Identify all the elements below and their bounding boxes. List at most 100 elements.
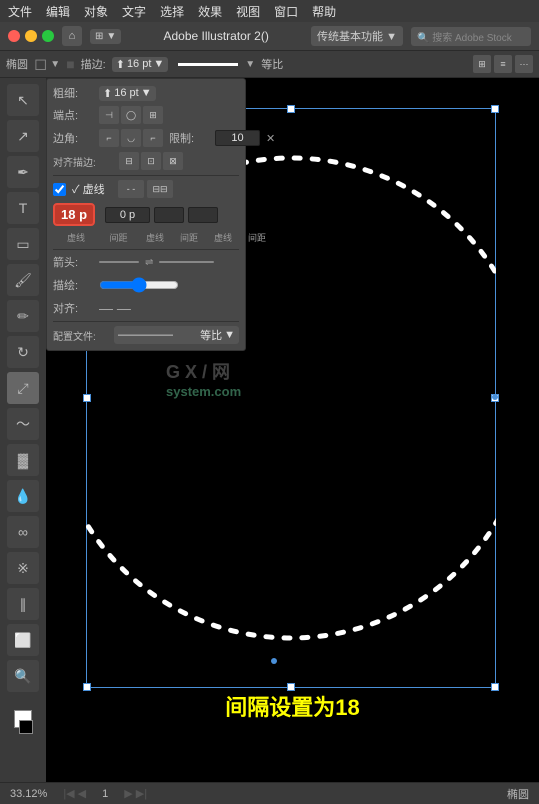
corner-round[interactable]: ◡ xyxy=(121,129,141,147)
cap-butt[interactable]: ⊣ xyxy=(99,106,119,124)
align-icon[interactable]: ≡ xyxy=(494,55,512,73)
menu-effect[interactable]: 效果 xyxy=(198,3,222,20)
offset-label: 描绘: xyxy=(53,277,93,293)
label-dash: 虚线 xyxy=(55,231,97,244)
dashed-row: ✓ 虚线 - - ⊟⊟ xyxy=(53,180,239,198)
align2-options[interactable]: — — xyxy=(99,300,131,316)
close-icon[interactable]: ✕ xyxy=(266,132,275,145)
cap-label: 端点: xyxy=(53,107,93,123)
column-tool[interactable]: ∥ xyxy=(7,588,39,620)
panel-divider-1 xyxy=(53,175,239,176)
home-icon[interactable]: ⌂ xyxy=(62,26,82,46)
menu-file[interactable]: 文件 xyxy=(8,3,32,20)
config-label: 配置文件: xyxy=(53,328,108,343)
align2-label: 对齐: xyxy=(53,300,93,316)
ratio-label: 等比 xyxy=(261,56,283,72)
weight-label: 粗细: xyxy=(53,85,93,101)
warp-tool[interactable]: 〜 xyxy=(7,408,39,440)
view-mode-dropdown[interactable]: ⊞▼ xyxy=(90,29,121,44)
panel-divider-3 xyxy=(53,321,239,322)
shape-tool[interactable]: ▭ xyxy=(7,228,39,260)
stroke-color[interactable] xyxy=(19,720,33,734)
dash-value-row: 18 p xyxy=(53,203,239,226)
more-icon[interactable]: ⋯ xyxy=(515,55,533,73)
stroke-size-dropdown[interactable]: ⬆ 16 pt ▼ xyxy=(112,57,169,72)
menu-text[interactable]: 文字 xyxy=(122,3,146,20)
gap-input-3[interactable] xyxy=(188,207,218,223)
dash-option-1[interactable]: - - xyxy=(118,180,144,198)
align-outside[interactable]: ⊠ xyxy=(163,152,183,170)
window-controls xyxy=(8,30,54,42)
arrow-swap-icon[interactable]: ⇌ xyxy=(145,257,153,268)
menu-select[interactable]: 选择 xyxy=(160,3,184,20)
eyedropper-tool[interactable]: 💧 xyxy=(7,480,39,512)
menu-edit[interactable]: 编辑 xyxy=(46,3,70,20)
pen-tool[interactable]: ✒ xyxy=(7,156,39,188)
arrow-end[interactable] xyxy=(159,261,214,263)
arrow-start[interactable] xyxy=(99,261,139,263)
offset-row: 描绘: xyxy=(53,275,239,295)
dash-option-2[interactable]: ⊟⊟ xyxy=(147,180,173,198)
gap-input-2[interactable] xyxy=(154,207,184,223)
config-row: 配置文件: ————— 等比 ▼ xyxy=(53,326,239,344)
symbol-tool[interactable]: ※ xyxy=(7,552,39,584)
stroke-panel: 粗细: ⬆ 16 pt ▼ 端点: ⊣ ◯ ⊞ 边角: ⌐ ◡ ⌐ 限制: ✕ … xyxy=(46,78,246,351)
menu-window[interactable]: 窗口 xyxy=(274,3,298,20)
cap-round[interactable]: ◯ xyxy=(121,106,141,124)
panel-divider-2 xyxy=(53,249,239,250)
offset-slider[interactable] xyxy=(99,275,179,295)
stroke-color-swatch[interactable]: ◻ xyxy=(34,54,47,74)
blend-tool[interactable]: ∞ xyxy=(7,516,39,548)
stock-search[interactable]: 🔍 搜索 Adobe Stock xyxy=(411,27,531,46)
paintbrush-tool[interactable]: 🖌 xyxy=(7,264,39,296)
color-swatches xyxy=(13,710,33,734)
corner-row: 边角: ⌐ ◡ ⌐ 限制: ✕ xyxy=(53,129,239,147)
dashed-checkbox[interactable] xyxy=(53,183,66,196)
shape-label: 椭圆 xyxy=(6,56,28,72)
arrow-label: 箭头: xyxy=(53,254,93,270)
limit-input[interactable] xyxy=(215,130,260,146)
cap-square[interactable]: ⊞ xyxy=(143,106,163,124)
align-inside[interactable]: ⊡ xyxy=(141,152,161,170)
weight-dropdown[interactable]: ⬆ 16 pt ▼ xyxy=(99,86,156,101)
gap-input-1[interactable] xyxy=(105,207,150,223)
menu-object[interactable]: 对象 xyxy=(84,3,108,20)
anchor-point-bottom xyxy=(271,658,277,664)
align-center[interactable]: ⊟ xyxy=(119,152,139,170)
artboard-tool[interactable]: ⬜ xyxy=(7,624,39,656)
minimize-button[interactable] xyxy=(25,30,37,42)
dash-input-highlighted[interactable]: 18 p xyxy=(53,203,95,226)
menu-view[interactable]: 视图 xyxy=(236,3,260,20)
arrange-icon[interactable]: ⊞ xyxy=(473,55,491,73)
rotate-tool[interactable]: ↻ xyxy=(7,336,39,368)
corner-bevel[interactable]: ⌐ xyxy=(143,129,163,147)
left-toolbar: ↖ ↗ ✒ T ▭ 🖌 ✏ ↻ ⤢ 〜 ▓ 💧 ∞ ※ ∥ ⬜ 🔍 xyxy=(0,78,46,782)
workspace-dropdown[interactable]: 传统基本功能 ▼ xyxy=(311,26,403,46)
gap-labels-row: 虚线 间距 虚线 间距 虚线 间距 xyxy=(53,231,239,244)
pencil-tool[interactable]: ✏ xyxy=(7,300,39,332)
align-buttons: ⊟ ⊡ ⊠ xyxy=(119,152,183,170)
cap-buttons: ⊣ ◯ ⊞ xyxy=(99,106,163,124)
arrow-row: 箭头: ⇌ xyxy=(53,254,239,270)
title-bar: ⌂ ⊞▼ Adobe Illustrator 2() 传统基本功能 ▼ 🔍 搜索… xyxy=(0,22,539,50)
close-button[interactable] xyxy=(8,30,20,42)
page-number: 1 xyxy=(102,788,108,800)
type-tool[interactable]: T xyxy=(7,192,39,224)
corner-label: 边角: xyxy=(53,130,93,146)
corner-buttons: ⌐ ◡ ⌐ xyxy=(99,129,163,147)
stroke-preview xyxy=(178,63,238,66)
scale-tool[interactable]: ⤢ xyxy=(7,372,39,404)
config-dropdown[interactable]: ————— 等比 ▼ xyxy=(114,326,239,344)
zoom-level[interactable]: 33.12% xyxy=(10,788,47,800)
zoom-tool[interactable]: 🔍 xyxy=(7,660,39,692)
menu-help[interactable]: 帮助 xyxy=(312,3,336,20)
fill-swatch[interactable]: ■ xyxy=(66,56,74,72)
select-tool[interactable]: ↖ xyxy=(7,84,39,116)
gap-inputs xyxy=(105,207,218,223)
corner-miter[interactable]: ⌐ xyxy=(99,129,119,147)
gradient-tool[interactable]: ▓ xyxy=(7,444,39,476)
direct-select-tool[interactable]: ↗ xyxy=(7,120,39,152)
maximize-button[interactable] xyxy=(42,30,54,42)
shape-type: 椭圆 xyxy=(507,786,529,802)
options-bar: 椭圆 ◻ ▼ ■ 描边: ⬆ 16 pt ▼ ▼ 等比 ⊞ ≡ ⋯ xyxy=(0,50,539,78)
